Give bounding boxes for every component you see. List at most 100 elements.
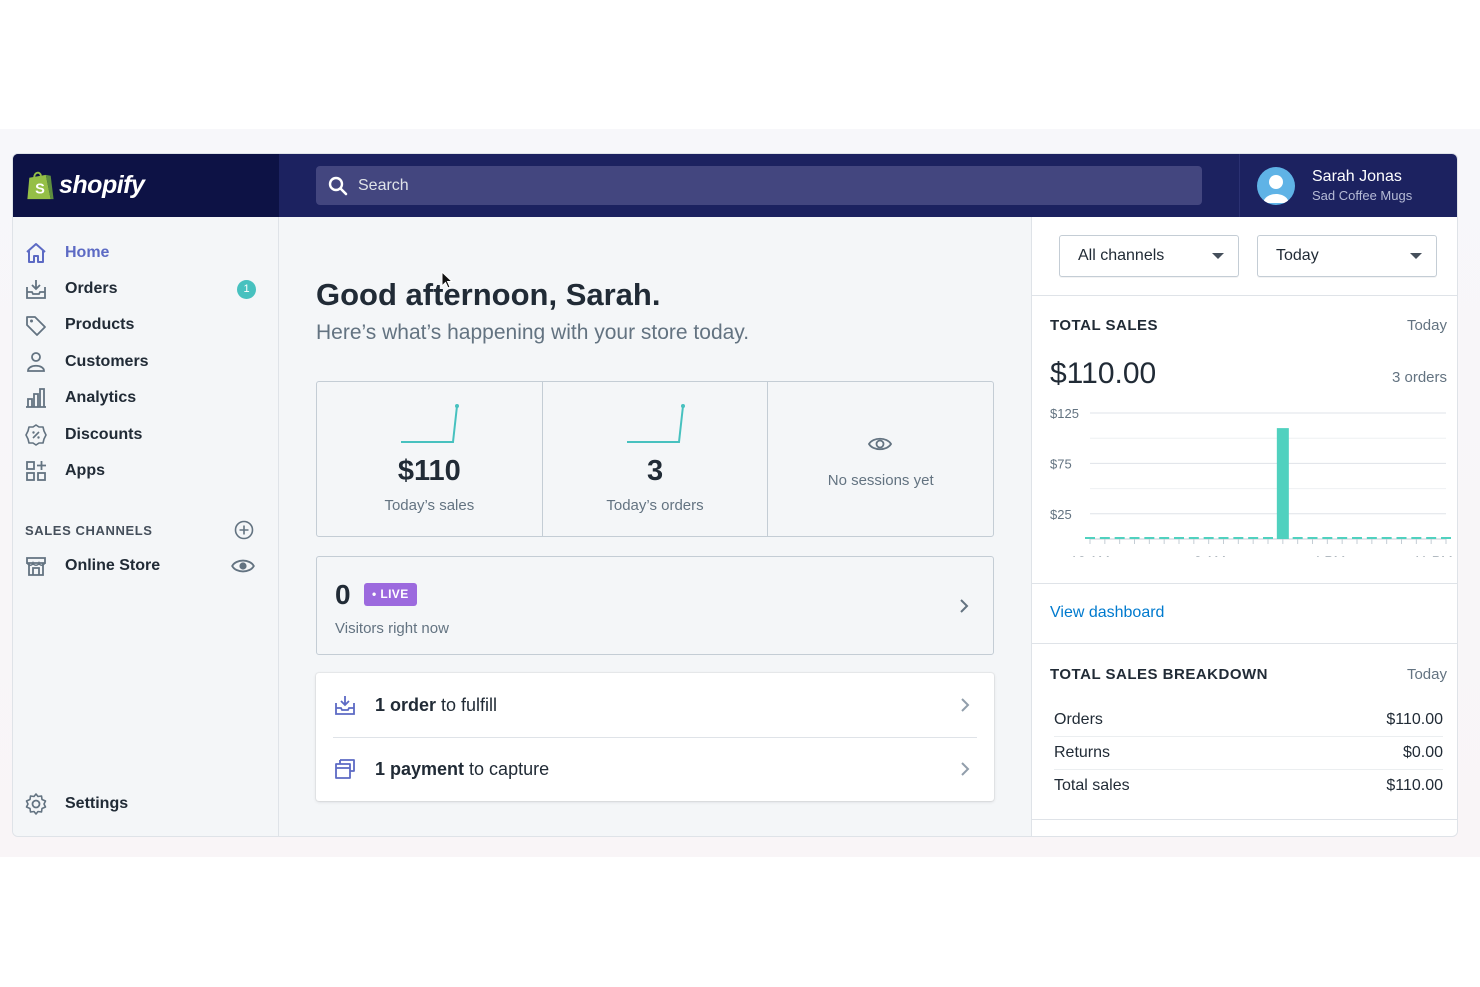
total-sales-value: $110.00 bbox=[1050, 357, 1157, 390]
orders-icon bbox=[335, 696, 355, 715]
stats-card[interactable]: $110 Today’s sales 3 Today’s orders No s… bbox=[316, 381, 994, 537]
stat-sessions[interactable]: No sessions yet bbox=[768, 382, 993, 536]
sidebar-item-discounts[interactable]: Discounts bbox=[13, 417, 279, 453]
caret-down-icon bbox=[1410, 253, 1422, 259]
sidebar-item-label: Analytics bbox=[65, 389, 137, 406]
sales-sparkline bbox=[401, 404, 459, 443]
task-bold: 1 payment bbox=[375, 758, 465, 779]
task-list: 1 order to fulfill 1 payment to capture bbox=[316, 673, 994, 801]
breakdown-title: TOTAL SALES BREAKDOWN bbox=[1050, 666, 1269, 683]
stat-todays-orders[interactable]: 3 Today’s orders bbox=[543, 382, 769, 536]
live-badge: • LIVE bbox=[364, 583, 417, 606]
tag-icon bbox=[26, 316, 46, 336]
search-input[interactable]: Search bbox=[316, 166, 1202, 205]
sidebar: Home Orders 1 Products Customers Analyti… bbox=[13, 217, 279, 836]
task-payment-capture[interactable]: 1 payment to capture bbox=[316, 737, 994, 801]
eye-icon bbox=[868, 437, 893, 451]
right-panel: All channels Today TOTAL SALES Today $11… bbox=[1031, 217, 1457, 836]
apps-icon bbox=[26, 461, 46, 481]
sidebar-item-label: Settings bbox=[65, 795, 129, 812]
sidebar-item-online-store[interactable]: Online Store bbox=[13, 548, 279, 584]
gear-icon bbox=[25, 793, 47, 815]
divider bbox=[1032, 643, 1457, 644]
task-rest: to capture bbox=[464, 758, 550, 779]
view-dashboard-link[interactable]: View dashboard bbox=[1050, 604, 1164, 622]
orders-badge: 1 bbox=[237, 279, 256, 299]
sidebar-item-label: Customers bbox=[65, 353, 149, 370]
live-visitors-card[interactable]: 0 • LIVE Visitors right now bbox=[316, 556, 994, 655]
breakdown-period: Today bbox=[1406, 666, 1447, 683]
total-sales-chart: $125 $75 $25 12 AM 8 AM 4 PM 11 PM bbox=[1050, 406, 1453, 557]
orders-count: 3 orders bbox=[1391, 369, 1447, 386]
sidebar-item-label: Products bbox=[65, 316, 135, 333]
sidebar-item-orders[interactable]: Orders 1 bbox=[13, 271, 279, 307]
divider bbox=[1032, 295, 1457, 296]
payment-icon bbox=[335, 759, 355, 779]
chevron-right-icon bbox=[961, 762, 970, 776]
breakdown-row: Total sales $110.00 bbox=[1054, 769, 1443, 802]
sidebar-item-customers[interactable]: Customers bbox=[13, 344, 279, 380]
sidebar-item-products[interactable]: Products bbox=[13, 307, 279, 343]
sidebar-item-label: Online Store bbox=[65, 557, 161, 574]
user-menu[interactable]: Sarah Jonas Sad Coffee Mugs bbox=[1239, 154, 1457, 217]
sidebar-item-analytics[interactable]: Analytics bbox=[13, 380, 279, 416]
breakdown-value: $110.00 bbox=[1386, 710, 1443, 728]
sidebar-item-label: Home bbox=[65, 244, 110, 261]
chevron-right-icon bbox=[961, 698, 970, 712]
store-name: Sad Coffee Mugs bbox=[1312, 188, 1413, 203]
logo[interactable]: S shopify bbox=[13, 154, 279, 217]
sales-channels-heading: SALES CHANNELS bbox=[25, 523, 153, 538]
breakdown-row: Returns $0.00 bbox=[1054, 736, 1443, 769]
bar bbox=[1276, 428, 1289, 539]
stat-todays-sales[interactable]: $110 Today’s sales bbox=[317, 382, 543, 536]
home-icon bbox=[26, 243, 46, 263]
divider bbox=[1032, 819, 1457, 820]
eye-icon[interactable] bbox=[231, 554, 255, 578]
divider bbox=[1032, 583, 1457, 584]
channel-select[interactable]: All channels bbox=[1059, 235, 1239, 277]
breakdown-label: Orders bbox=[1054, 710, 1103, 728]
admin-window: S shopify Search Sarah Jonas Sad Coffee … bbox=[12, 153, 1458, 837]
stat-value: $110 bbox=[397, 455, 461, 487]
sidebar-item-apps[interactable]: Apps bbox=[13, 453, 279, 489]
y-tick-label: $25 bbox=[1050, 507, 1072, 522]
top-bar: S shopify Search Sarah Jonas Sad Coffee … bbox=[13, 154, 1457, 217]
breakdown-label: Total sales bbox=[1054, 776, 1130, 794]
stat-label: No sessions yet bbox=[827, 472, 934, 489]
avatar-person-icon bbox=[1263, 174, 1289, 203]
period-select[interactable]: Today bbox=[1257, 235, 1437, 277]
discount-icon bbox=[25, 424, 47, 446]
visitors-label: Visitors right now bbox=[335, 620, 449, 637]
store-icon bbox=[26, 557, 46, 576]
avatar bbox=[1257, 166, 1295, 205]
sidebar-item-home[interactable]: Home bbox=[13, 235, 279, 271]
x-tick-label: 4 PM bbox=[1313, 553, 1346, 557]
sidebar-item-label: Orders bbox=[65, 280, 118, 297]
person-icon bbox=[27, 352, 45, 372]
main-content: Good afternoon, Sarah. Here’s what’s hap… bbox=[280, 217, 1031, 836]
visitors-count: 0 bbox=[335, 579, 351, 610]
y-tick-label: $125 bbox=[1050, 406, 1079, 421]
logo-text: shopify bbox=[59, 171, 145, 199]
task-order-fulfill[interactable]: 1 order to fulfill bbox=[316, 673, 994, 737]
page-subtitle: Here’s what’s happening with your store … bbox=[316, 321, 750, 344]
task-bold: 1 order bbox=[375, 694, 437, 715]
x-tick-label: 11 PM bbox=[1413, 553, 1452, 557]
bar-chart-icon bbox=[26, 388, 46, 408]
stat-label: Today’s sales bbox=[384, 497, 475, 514]
caret-down-icon bbox=[1212, 253, 1224, 259]
search-placeholder: Search bbox=[358, 176, 409, 194]
page-title: Good afternoon, Sarah. bbox=[316, 277, 661, 312]
total-sales-title: TOTAL SALES bbox=[1050, 317, 1159, 334]
x-tick-label: 12 AM bbox=[1070, 553, 1110, 557]
task-rest: to fulfill bbox=[436, 694, 498, 715]
add-channel-icon[interactable] bbox=[234, 520, 254, 540]
sidebar-item-settings[interactable]: Settings bbox=[13, 786, 279, 822]
breakdown-value: $110.00 bbox=[1386, 776, 1443, 794]
orders-sparkline bbox=[626, 404, 685, 443]
search-icon bbox=[328, 176, 348, 195]
channel-select-value: All channels bbox=[1078, 247, 1165, 264]
stat-label: Today’s orders bbox=[606, 497, 704, 514]
mouse-cursor-icon bbox=[441, 271, 453, 289]
orders-icon bbox=[26, 280, 46, 299]
